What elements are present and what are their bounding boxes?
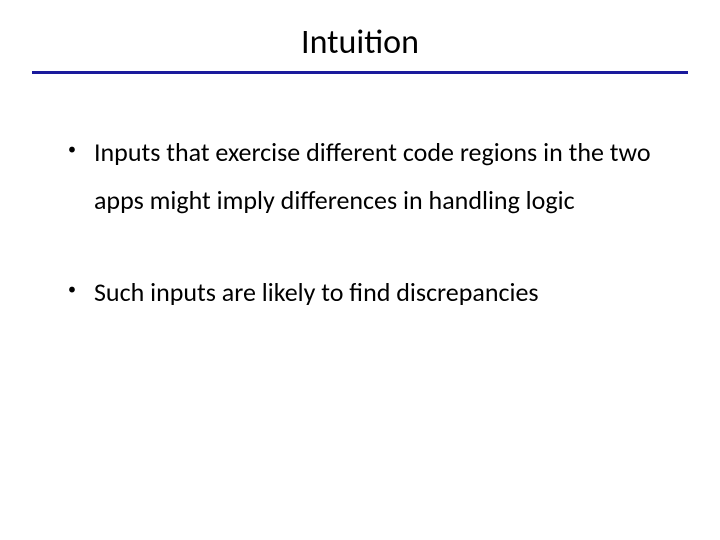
bullet-item: • Inputs that exercise different code re… bbox=[68, 128, 660, 224]
bullet-item: • Such inputs are likely to find discrep… bbox=[68, 268, 660, 316]
bullet-dot-icon: • bbox=[68, 128, 76, 172]
bullet-text: Such inputs are likely to find discrepan… bbox=[94, 268, 539, 316]
slide-title: Intuition bbox=[0, 0, 720, 71]
bullet-text: Inputs that exercise different code regi… bbox=[94, 128, 660, 224]
bullet-dot-icon: • bbox=[68, 268, 76, 312]
slide-content: • Inputs that exercise different code re… bbox=[0, 74, 720, 316]
